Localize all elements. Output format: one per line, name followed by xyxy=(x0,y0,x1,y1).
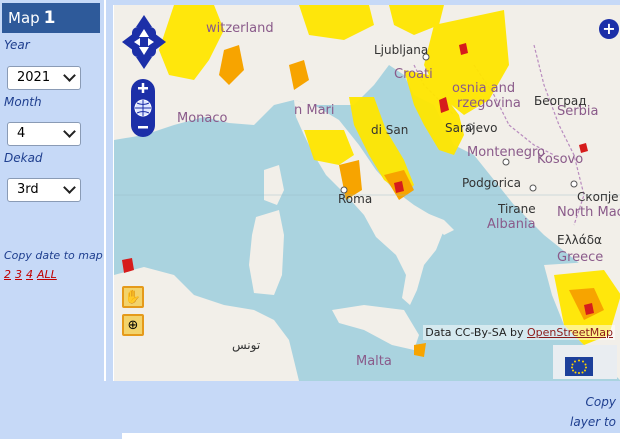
copy-to-all-link[interactable]: ALL xyxy=(37,268,57,281)
label-bosnia: osnia and xyxy=(452,81,516,96)
year-select[interactable]: 2021 xyxy=(7,66,81,90)
dekad-label: Dekad xyxy=(4,151,43,165)
label-malta: Malta xyxy=(356,354,392,369)
chevron-down-icon xyxy=(63,181,76,194)
label-croatia: Croati xyxy=(394,67,433,82)
layer-to-label: layer to xyxy=(570,415,616,429)
label-montenegro: Montenegro xyxy=(467,145,546,160)
year-value: 2021 xyxy=(17,70,51,85)
label-tirane: Tirane xyxy=(498,202,536,216)
label-sarajevo: Sarajevo xyxy=(445,121,498,135)
zoom-box-icon[interactable]: ⊕ xyxy=(122,314,144,336)
hand-icon[interactable]: ✋ xyxy=(122,286,144,308)
label-serbia: Serbia xyxy=(557,104,599,119)
eu-logo xyxy=(553,345,617,379)
label-greece-en: Greece xyxy=(557,250,604,265)
zoom-out-icon xyxy=(138,126,148,129)
copy-date-label: Copy date to map xyxy=(4,249,103,262)
map-number: 1 xyxy=(43,8,56,28)
copy-date-links: 2 3 4 ALL xyxy=(4,268,61,281)
chevron-down-icon xyxy=(63,69,76,82)
label-roma: Roma xyxy=(338,192,373,206)
label-albania: Albania xyxy=(487,217,536,232)
layer-switcher-button[interactable]: + xyxy=(599,19,619,39)
bottom-panel: Copy layer to xyxy=(104,381,620,439)
label-ljubljana: Ljubljana xyxy=(374,43,429,57)
osm-link[interactable]: OpenStreetMap xyxy=(527,326,613,339)
copy-to-map-3-link[interactable]: 3 xyxy=(15,268,22,281)
label-greece: Ελλάδα xyxy=(557,233,602,247)
label-monaco: Monaco xyxy=(177,111,228,126)
zoom-control xyxy=(131,79,155,137)
attribution-text: Data CC-By-SA by xyxy=(425,326,527,339)
zoom-control-icons xyxy=(134,83,152,129)
copy-layer-label: Copy xyxy=(585,395,616,409)
year-label: Year xyxy=(4,38,30,52)
chevron-down-icon xyxy=(63,125,76,138)
bottom-input-bar xyxy=(122,433,620,439)
eu-flag-icon xyxy=(565,357,593,376)
label-sanmarino-a: n Mari xyxy=(294,103,335,118)
copy-to-map-4-link[interactable]: 4 xyxy=(26,268,33,281)
label-switzerland: witzerland xyxy=(206,21,274,36)
month-label: Month xyxy=(4,95,42,109)
map-viewport[interactable]: witzerland Ljubljana Croati osnia and rz… xyxy=(113,5,620,381)
month-select[interactable]: 4 xyxy=(7,122,81,146)
label-herzegovina: rzegovina xyxy=(457,96,521,111)
label-skopje: Скопје xyxy=(577,190,619,204)
pan-control[interactable] xyxy=(122,15,166,69)
dekad-value: 3rd xyxy=(17,182,39,197)
label-podgorica: Podgorica xyxy=(462,176,521,190)
map-header: Map 1 xyxy=(2,3,100,33)
label-kosovo: Kosovo xyxy=(537,152,584,167)
map-attribution: Data CC-By-SA by OpenStreetMap xyxy=(423,325,615,340)
label-tunisia: تونس xyxy=(232,338,261,352)
map-title: Map xyxy=(8,9,40,27)
label-sanmarino-b: di San xyxy=(371,123,409,137)
dekad-select[interactable]: 3rd xyxy=(7,178,81,202)
month-value: 4 xyxy=(17,126,26,141)
label-north-mac: North Mac xyxy=(557,205,620,220)
sidebar: Map 1 Year 2021 Month 4 Dekad 3rd Copy da… xyxy=(0,0,106,438)
copy-to-map-2-link[interactable]: 2 xyxy=(4,268,11,281)
